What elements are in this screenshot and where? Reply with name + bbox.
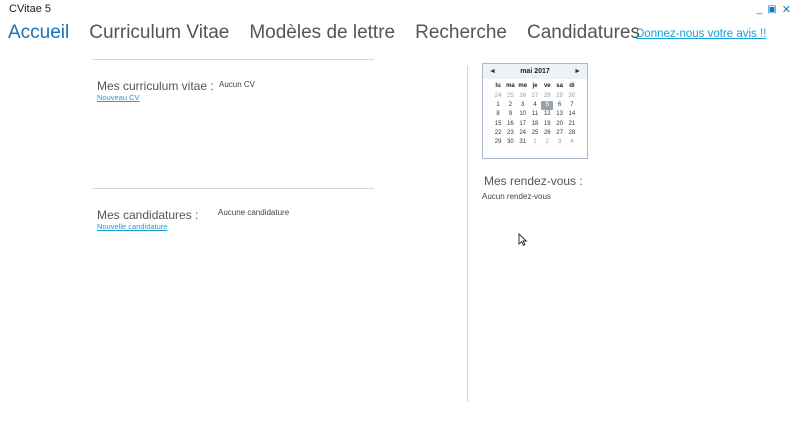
cv-value: Aucun CV <box>219 80 256 89</box>
divider-vertical <box>467 66 468 402</box>
divider-top <box>92 59 374 60</box>
calendar-day[interactable]: 3 <box>553 138 565 147</box>
calendar-weekday: ma <box>506 83 515 89</box>
appointments-value: Aucun rendez-vous <box>482 192 551 201</box>
calendar-day[interactable]: 30 <box>566 92 578 101</box>
calendar-weekday: me <box>518 83 528 89</box>
calendar-day[interactable]: 7 <box>566 101 578 110</box>
calendar-day[interactable]: 17 <box>517 120 529 129</box>
calendar-day[interactable]: 4 <box>566 138 578 147</box>
calendar-day[interactable]: 21 <box>566 120 578 129</box>
minimize-icon[interactable]: _ <box>757 5 763 15</box>
calendar-day[interactable]: 27 <box>553 129 565 138</box>
new-cv-link[interactable]: Nouveau CV <box>97 93 140 102</box>
calendar-day[interactable]: 3 <box>517 101 529 110</box>
calendar-day[interactable]: 27 <box>529 92 541 101</box>
calendar-day[interactable]: 1 <box>529 138 541 147</box>
calendar-day[interactable]: 23 <box>504 129 516 138</box>
calendar-day[interactable]: 28 <box>541 92 553 101</box>
calendar-weekday: je <box>532 83 538 89</box>
nav-accueil[interactable]: Accueil <box>8 22 69 44</box>
calendar-weekday: lu <box>495 83 501 89</box>
calendar-day[interactable]: 18 <box>529 120 541 129</box>
calendar-day[interactable]: 12 <box>541 110 553 119</box>
calendar-day[interactable]: 11 <box>529 110 541 119</box>
cv-section-label: Mes curriculum vitae : <box>97 79 214 93</box>
prev-month-icon[interactable]: ◄ <box>489 68 496 75</box>
calendar-day[interactable]: 16 <box>504 120 516 129</box>
calendar-day[interactable]: 2 <box>504 101 516 110</box>
calendar-day[interactable]: 30 <box>504 138 516 147</box>
calendar-day[interactable]: 10 <box>517 110 529 119</box>
calendar-day[interactable]: 1 <box>492 101 504 110</box>
calendar-day[interactable]: 20 <box>553 120 565 129</box>
calendar-day[interactable]: 25 <box>504 92 516 101</box>
calendar-day[interactable]: 31 <box>517 138 529 147</box>
calendar-grid: lu ma me je ve sa di 24 25 26 27 28 29 30 1 2 3 4 5 6 7 8 9 10 1… <box>483 81 587 147</box>
next-month-icon[interactable]: ► <box>574 68 581 75</box>
calendar-day[interactable]: 13 <box>553 110 565 119</box>
calendar[interactable]: ◄ mai 2017 ► lu ma me je ve sa di 24 25 26 27 28 29 3… <box>482 63 588 159</box>
calendar-day[interactable]: 28 <box>566 129 578 138</box>
applications-section-label: Mes candidatures : <box>97 208 199 222</box>
calendar-day[interactable]: 26 <box>517 92 529 101</box>
calendar-day[interactable]: 25 <box>529 129 541 138</box>
nav-curriculum-vitae[interactable]: Curriculum Vitae <box>89 22 229 44</box>
calendar-day[interactable]: 6 <box>553 101 565 110</box>
divider-middle <box>92 188 374 189</box>
calendar-header: ◄ mai 2017 ► <box>483 64 587 79</box>
window-controls: _ ▣ ✕ <box>757 5 791 16</box>
calendar-day[interactable]: 19 <box>541 120 553 129</box>
mouse-cursor-icon <box>518 233 528 246</box>
calendar-day[interactable]: 9 <box>504 110 516 119</box>
nav-candidatures[interactable]: Candidatures <box>527 22 640 44</box>
calendar-day[interactable]: 14 <box>566 110 578 119</box>
calendar-day[interactable]: 8 <box>492 110 504 119</box>
calendar-day[interactable]: 15 <box>492 120 504 129</box>
calendar-day[interactable]: 29 <box>492 138 504 147</box>
calendar-month: mai 2017 <box>520 68 550 75</box>
main-nav: Accueil Curriculum Vitae Modèles de lett… <box>8 22 640 44</box>
nav-recherche[interactable]: Recherche <box>415 22 507 44</box>
calendar-day-selected[interactable]: 5 <box>541 101 554 111</box>
calendar-weekday: sa <box>556 83 563 89</box>
calendar-weekday: ve <box>543 83 551 89</box>
calendar-day[interactable]: 4 <box>529 101 541 110</box>
applications-value: Aucune candidature <box>218 208 290 217</box>
restore-icon[interactable]: ▣ <box>767 5 776 15</box>
feedback-link[interactable]: Donnez-nous votre avis !! <box>636 28 766 40</box>
close-icon[interactable]: ✕ <box>782 5 791 16</box>
calendar-day[interactable]: 24 <box>492 92 504 101</box>
new-application-link[interactable]: Nouvelle candidature <box>97 222 167 231</box>
calendar-day[interactable]: 29 <box>553 92 565 101</box>
app-title: CVitae 5 <box>9 3 51 15</box>
calendar-day[interactable]: 24 <box>517 129 529 138</box>
nav-modeles-de-lettre[interactable]: Modèles de lettre <box>249 22 395 44</box>
calendar-day[interactable]: 26 <box>541 129 553 138</box>
appointments-label: Mes rendez-vous : <box>484 174 583 188</box>
calendar-weekday: di <box>569 83 575 89</box>
calendar-day[interactable]: 2 <box>541 138 553 147</box>
calendar-day[interactable]: 22 <box>492 129 504 138</box>
